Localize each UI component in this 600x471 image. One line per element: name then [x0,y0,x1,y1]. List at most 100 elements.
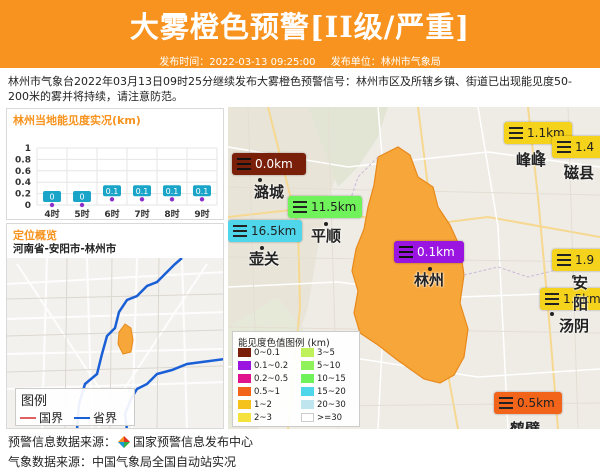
list-icon [399,246,413,258]
city-label-fengfeng: 峰峰 [516,151,547,169]
data-label: 0.1 [166,187,179,196]
city-label-linzhou: 林州 [414,271,445,289]
visibility-color-legend: 能见度色值图例 (km) 0~0.1 3~5 0.1~0.2 5~10 0.2~… [232,331,360,427]
list-icon [233,225,247,237]
list-icon [557,254,571,266]
y-tick-label: 0.4 [15,178,31,188]
list-icon [545,293,559,305]
data-label: 0 [79,193,84,202]
station-value: 0.1km [417,245,455,259]
legend-label: >=30 [317,412,343,423]
city-label-lucheng: 潞城 [254,183,285,201]
warning-header: 大雾橙色预警[II级/严重] 发布时间：2022-03-13 09:25:00 … [0,0,600,68]
warning-source-org[interactable]: 国家预警信息发布中心 [133,433,253,450]
city-label-anyang: 安阳 [573,274,589,313]
location-header: 定位概览 河南省-安阳市-林州市 [7,224,223,258]
weather-source-line: 气象数据来源：中国气象局全国自动站实况 [8,453,236,470]
station-value: 11.5km [311,200,357,214]
legend-item: 15~20 [301,386,346,397]
legend-label: 0.1~0.2 [254,360,289,371]
x-tick-label: 6时 [104,208,119,219]
station-value: 1.4 [575,140,595,154]
legend-swatch [238,387,251,396]
legend-label: 2~3 [254,412,272,423]
legend-item: 3~5 [301,347,335,358]
x-tick-label: 7时 [134,208,149,219]
list-icon [509,127,523,139]
city-label-huguan: 壶关 [249,250,280,268]
y-tick-label: 0.6 [15,167,31,177]
legend-item-national-border: 国界 [20,409,63,426]
station-tag-cixian[interactable]: 1.4 [552,136,600,158]
list-icon [557,141,571,153]
station-tag-anyang[interactable]: 1.9 [552,249,600,271]
y-tick-label: 0.2 [15,190,31,200]
national-border-label: 国界 [39,411,64,425]
data-point [49,202,55,208]
legend-label: 3~5 [317,347,335,358]
data-point [139,197,145,202]
station-value: 0.0km [255,157,293,171]
legend-label: 15~20 [317,386,346,397]
warning-center-logo-icon [118,435,131,448]
y-tick-label: 0.8 [15,155,31,165]
legend-item-province-border: 省界 [74,409,117,426]
publish-time: 发布时间：2022-03-13 09:25:00 [159,57,316,68]
list-icon [293,201,307,213]
station-tag-hebi[interactable]: 0.5km [494,392,562,414]
city-label-hebi: 鹤壁 [510,420,541,429]
legend-swatch [238,400,251,409]
legend-item: 20~30 [301,399,346,410]
boundary-legend-title: 图例 [21,394,48,409]
publisher: 发布单位：林州市气象局 [330,57,441,68]
x-tick-label: 4时 [44,208,59,219]
legend-swatch [301,400,314,409]
station-value: 16.5km [251,224,297,238]
data-point [199,197,205,202]
legend-swatch [301,361,314,370]
city-label-tangyin: 汤阴 [559,317,590,335]
location-name: 河南省-安阳市-林州市 [13,243,117,255]
location-panel: 定位概览 河南省-安阳市-林州市 图例 国界 省界 [6,223,224,429]
legend-swatch [301,387,314,396]
warning-description: 林州市气象台2022年03月13日09时25分继续发布大雾橙色预警信号：林州市区… [8,75,572,103]
warning-source-label: 预警信息数据来源： [8,435,117,449]
weather-source-label: 气象数据来源：中国气象局全国自动站实况 [8,455,237,469]
station-tag-lucheng[interactable]: 0.0km [232,153,306,175]
national-border-swatch [20,416,36,419]
legend-item: 0.2~0.5 [238,373,288,384]
list-icon [237,158,251,170]
legend-label: 1~2 [254,399,272,410]
legend-item: 2~3 [238,412,272,423]
warning-source-line: 预警信息数据来源： 国家预警信息发布中心 [8,433,253,450]
y-tick-label: 0 [25,201,31,211]
city-dot [550,312,554,316]
legend-swatch [238,413,251,422]
station-tag-huguan[interactable]: 16.5km [228,220,302,242]
legend-label: 5~10 [317,360,341,371]
legend-item: 0.5~1 [238,386,280,397]
station-tag-linzhou[interactable]: 0.1km [394,241,464,263]
data-label: 0.1 [136,187,149,196]
province-border-label: 省界 [93,411,118,425]
station-value: 0.5km [517,396,555,410]
legend-label: 10~15 [317,373,346,384]
station-tag-pingshun[interactable]: 11.5km [288,196,362,218]
y-tick-label: 1 [25,144,31,154]
boundary-legend: 图例 国界 省界 [15,388,135,426]
province-border-swatch [74,416,90,419]
x-tick-label: 8时 [164,208,179,219]
legend-label: 0.5~1 [254,386,281,397]
data-point [79,202,85,208]
legend-item: 10~15 [301,373,346,384]
visibility-map[interactable]: 0.0km 11.5km 16.5km 0.1km 1.1km 1.4 1.9 … [228,107,600,429]
visibility-chart: 10.80.60.40.204时05时06时0.17时0.18时0.19时0.1 [15,144,218,219]
legend-swatch [301,413,314,422]
legend-label: 20~30 [317,399,346,410]
x-tick-label: 9时 [194,208,209,219]
legend-label: 0~0.1 [254,347,281,358]
legend-item: 5~10 [301,360,340,371]
legend-item: >=30 [301,412,342,423]
legend-swatch [301,348,314,357]
data-label: 0.1 [196,187,209,196]
